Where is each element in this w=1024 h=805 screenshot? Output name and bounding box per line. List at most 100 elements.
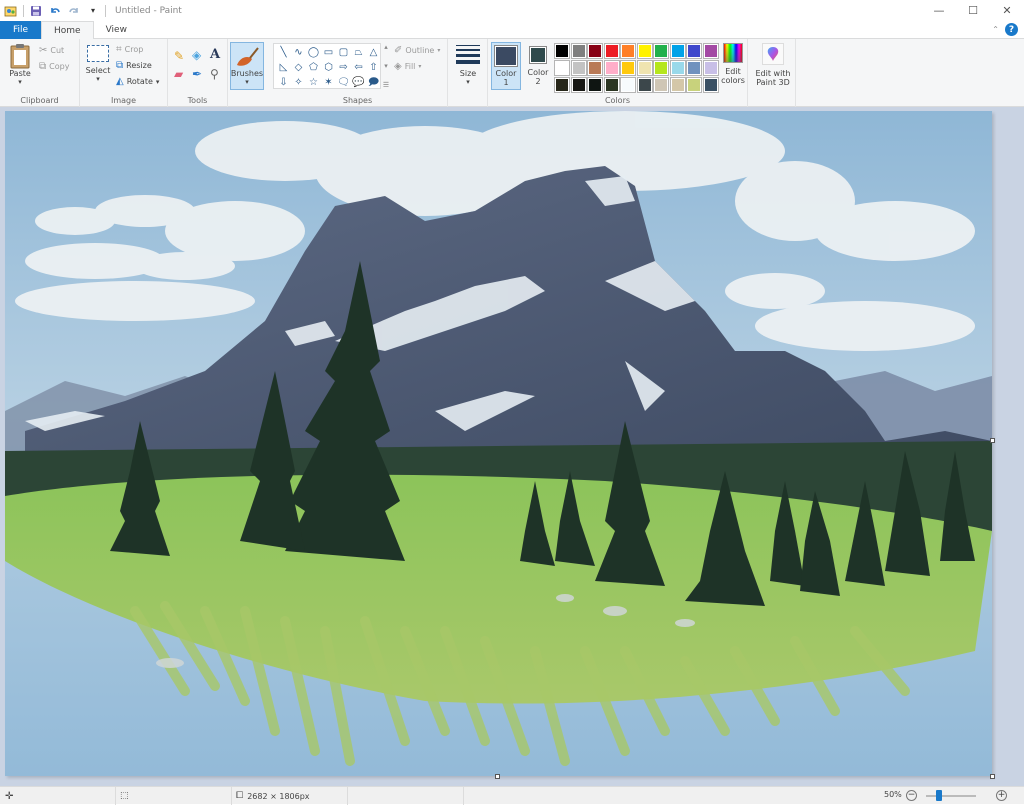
shape-option[interactable]: ╲ [276, 45, 291, 60]
palette-swatch[interactable] [686, 43, 702, 59]
palette-swatch[interactable] [603, 60, 620, 76]
fill-button[interactable]: ◈ Fill ▾ [394, 61, 421, 72]
palette-swatch[interactable] [702, 43, 719, 59]
redo-icon[interactable] [67, 4, 81, 18]
shape-option[interactable]: ◯ [306, 45, 321, 60]
paste-button[interactable]: Paste ▾ [5, 43, 35, 86]
customize-dropdown-icon[interactable]: ▾ [86, 4, 100, 18]
resize-handle-right[interactable] [990, 438, 995, 443]
palette-swatch[interactable] [587, 43, 603, 59]
color1-button[interactable]: Color 1 [491, 42, 521, 90]
expand-gallery-icon[interactable]: ☰ [383, 81, 389, 89]
shape-option[interactable]: ◇ [291, 60, 306, 75]
palette-swatch[interactable] [603, 77, 620, 93]
shapes-scroll[interactable]: ▴ ▾ ☰ [382, 43, 390, 89]
palette-swatch[interactable] [702, 60, 719, 76]
tab-file[interactable]: File [0, 21, 41, 39]
resize-handle-corner[interactable] [990, 774, 995, 779]
tab-home[interactable]: Home [41, 21, 94, 40]
shape-option[interactable]: △ [366, 45, 381, 60]
palette-swatch[interactable] [636, 60, 653, 76]
palette-swatch[interactable] [554, 77, 570, 93]
palette-swatch[interactable] [653, 60, 669, 76]
shape-option[interactable]: ⇦ [351, 60, 366, 75]
text-tool-icon[interactable]: A [210, 47, 220, 62]
save-icon[interactable] [29, 4, 43, 18]
shape-option[interactable]: 💬 [351, 75, 366, 90]
outline-button[interactable]: ✐ Outline ▾ [394, 45, 440, 56]
resize-button[interactable]: ⧉ Resize [116, 60, 152, 71]
palette-swatch[interactable] [570, 43, 587, 59]
eraser-icon[interactable]: ▰ [174, 67, 183, 81]
fill-bucket-icon[interactable]: ◈ [192, 48, 201, 62]
zoom-slider-thumb[interactable] [935, 790, 942, 801]
shape-option[interactable]: ∿ [291, 45, 306, 60]
canvas-size-icon: ⧠ [236, 791, 244, 801]
shape-option[interactable]: ⬡ [321, 60, 336, 75]
palette-swatch[interactable] [653, 77, 669, 93]
help-icon[interactable]: ? [1005, 23, 1018, 36]
scroll-down-icon[interactable]: ▾ [384, 62, 388, 70]
tab-view[interactable]: View [94, 21, 139, 39]
size-button[interactable]: Size ▾ [454, 45, 482, 86]
rotate-button[interactable]: ◭ Rotate ▾ [116, 76, 159, 87]
shape-option[interactable]: 🗨 [336, 75, 351, 90]
palette-swatch[interactable] [570, 77, 587, 93]
zoom-in-button[interactable]: + [996, 790, 1007, 801]
palette-swatch[interactable] [636, 43, 653, 59]
shape-option[interactable]: ▭ [321, 45, 336, 60]
shape-option[interactable]: ⇨ [336, 60, 351, 75]
minimize-button[interactable]: — [922, 0, 956, 21]
maximize-button[interactable]: ☐ [956, 0, 990, 21]
resize-handle-bottom[interactable] [495, 774, 500, 779]
shape-option[interactable]: ✶ [321, 75, 336, 90]
palette-swatch[interactable] [702, 77, 719, 93]
shape-option[interactable]: ⇩ [276, 75, 291, 90]
collapse-ribbon-icon[interactable]: ⌃ [992, 25, 999, 34]
edit-colors-button[interactable]: Edit colors [718, 43, 748, 85]
palette-swatch[interactable] [570, 60, 587, 76]
palette-swatch[interactable] [669, 43, 686, 59]
shape-option[interactable]: ◺ [276, 60, 291, 75]
palette-swatch[interactable] [587, 77, 603, 93]
brushes-button[interactable]: Brushes ▾ [230, 42, 264, 90]
palette-swatch[interactable] [669, 77, 686, 93]
scroll-up-icon[interactable]: ▴ [384, 43, 388, 51]
palette-swatch[interactable] [620, 77, 636, 93]
close-button[interactable]: ✕ [990, 0, 1024, 21]
cut-button[interactable]: ✂ Cut [39, 45, 64, 56]
palette-swatch[interactable] [587, 60, 603, 76]
swatch-color [655, 79, 667, 91]
shape-option[interactable]: ▢ [336, 45, 351, 60]
color2-button[interactable]: Color 2 [524, 46, 552, 86]
canvas-workspace[interactable] [0, 107, 1024, 786]
color-picker-icon[interactable]: ✒ [192, 67, 202, 81]
shape-option[interactable]: ⇧ [366, 60, 381, 75]
palette-swatch[interactable] [686, 77, 702, 93]
magnifier-icon[interactable]: ⚲ [210, 67, 219, 81]
palette-swatch[interactable] [686, 60, 702, 76]
copy-button[interactable]: ⧉ Copy [39, 61, 69, 72]
shape-option[interactable]: ☆ [306, 75, 321, 90]
zoom-slider[interactable] [926, 790, 976, 801]
select-button[interactable]: Select ▾ [84, 45, 112, 83]
palette-swatch[interactable] [554, 60, 570, 76]
drawing-canvas[interactable] [5, 111, 992, 776]
edit-with-paint3d-button[interactable]: Edit with Paint 3D [752, 43, 794, 87]
palette-swatch[interactable] [620, 43, 636, 59]
shape-option[interactable]: ⏢ [351, 45, 366, 60]
shape-option[interactable]: ✧ [291, 75, 306, 90]
undo-icon[interactable] [48, 4, 62, 18]
shape-option[interactable]: 🗩 [366, 75, 381, 90]
palette-swatch[interactable] [554, 43, 570, 59]
zoom-out-button[interactable]: − [906, 790, 917, 801]
pencil-icon[interactable]: ✎ [174, 49, 184, 63]
palette-swatch[interactable] [603, 43, 620, 59]
crop-button[interactable]: ⌗ Crop [116, 44, 143, 55]
shape-option[interactable]: ⬠ [306, 60, 321, 75]
swatch-color [671, 62, 684, 74]
palette-swatch[interactable] [669, 60, 686, 76]
palette-swatch[interactable] [653, 43, 669, 59]
palette-swatch[interactable] [636, 77, 653, 93]
palette-swatch[interactable] [620, 60, 636, 76]
